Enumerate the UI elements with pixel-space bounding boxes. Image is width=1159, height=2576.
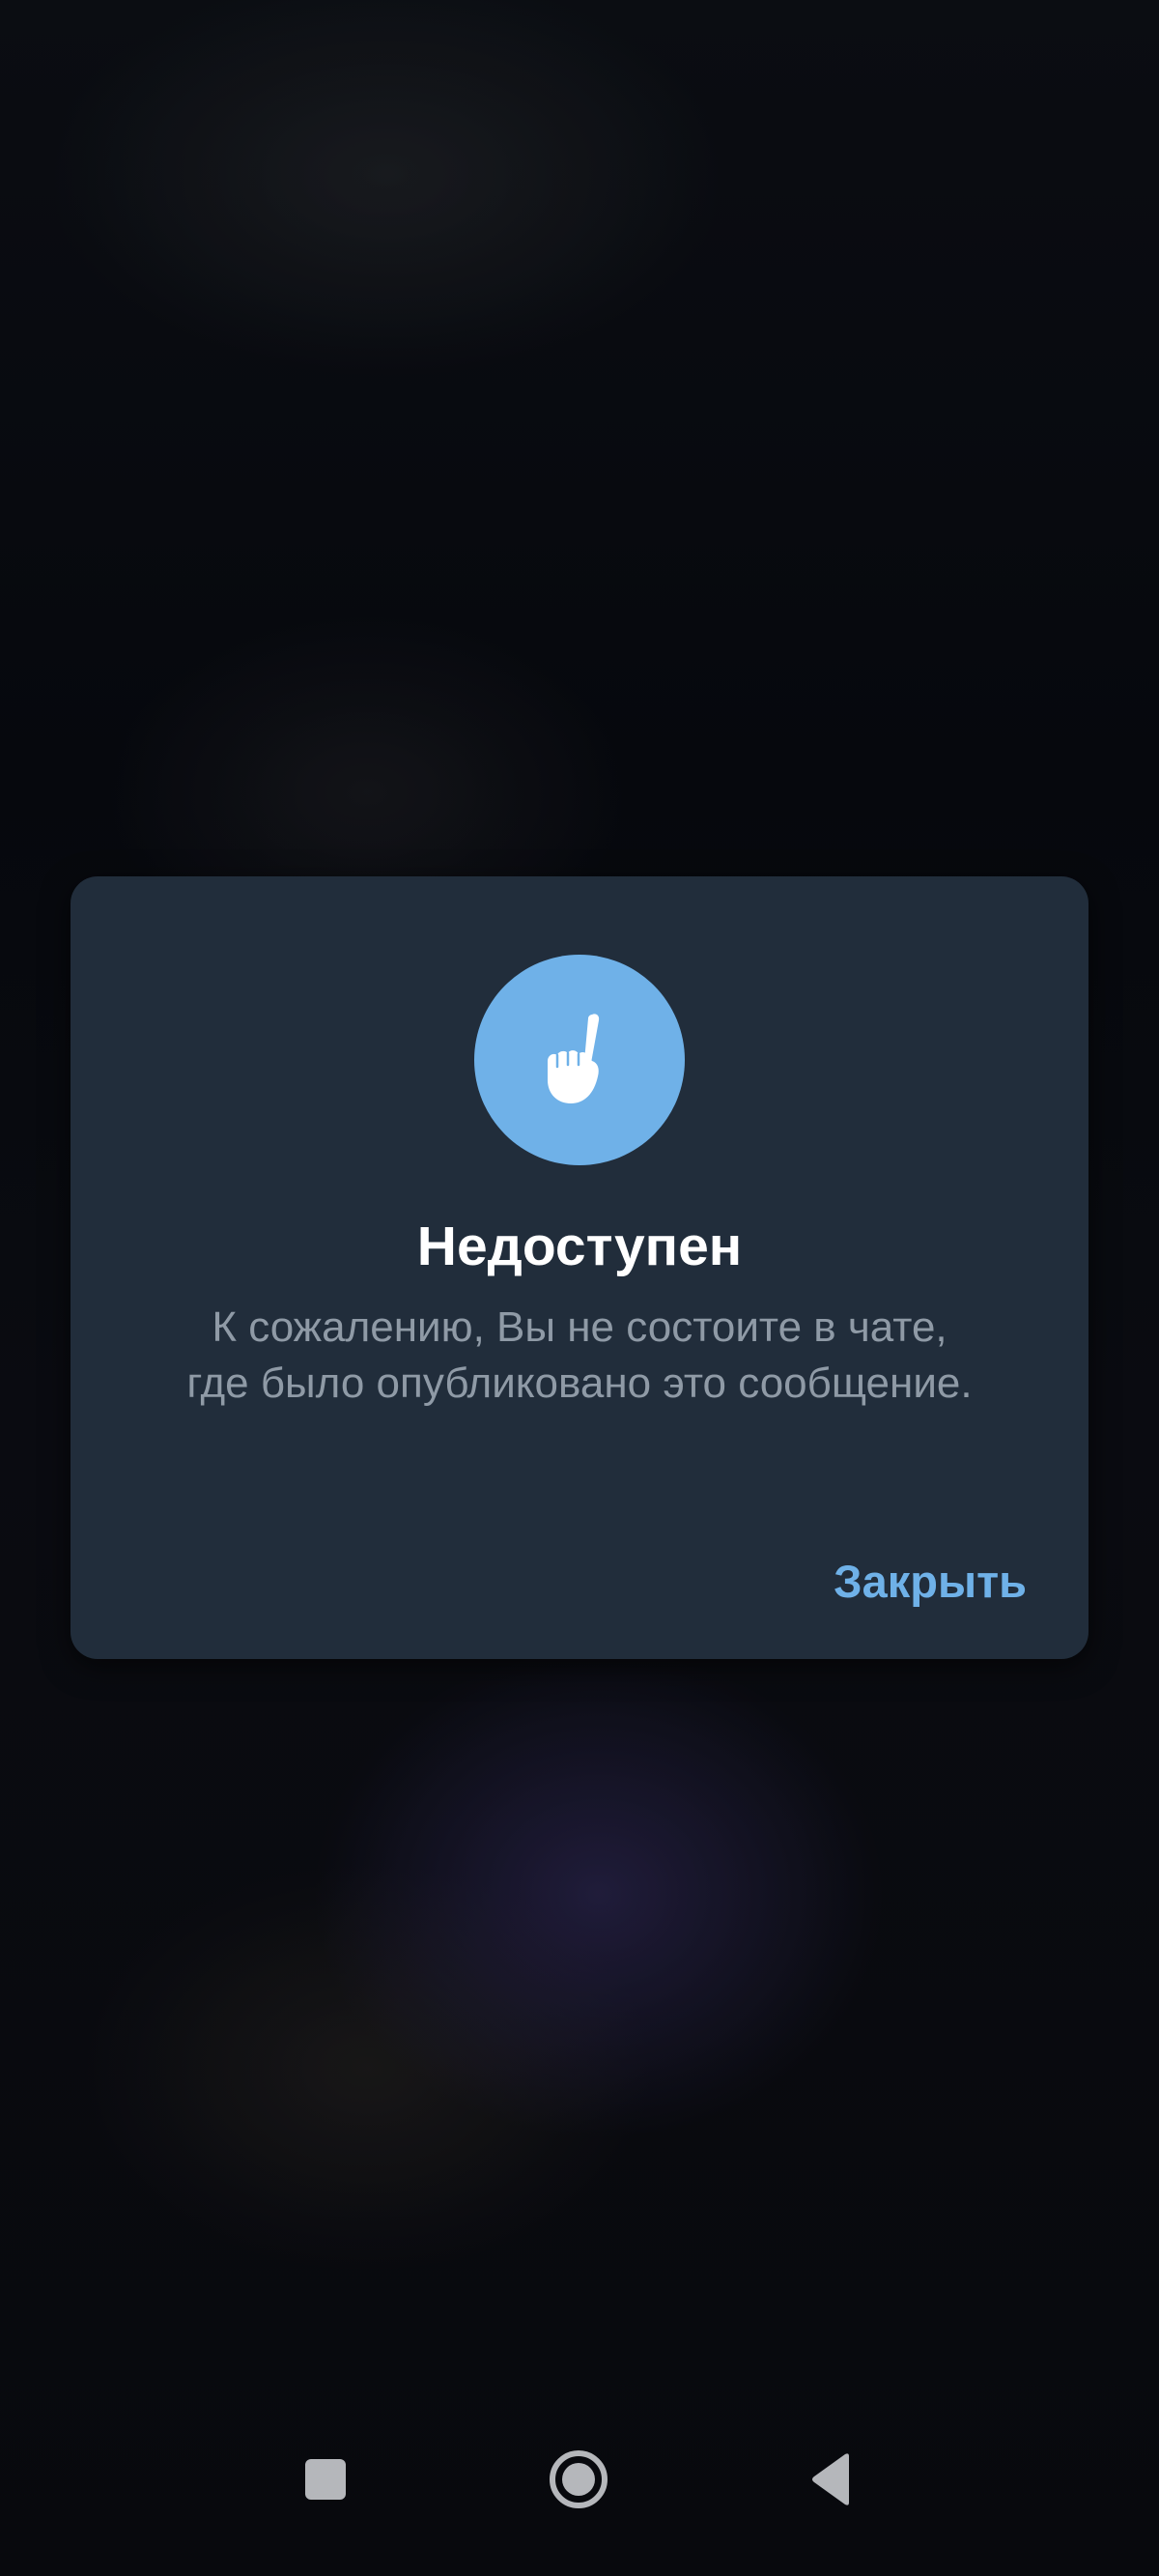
dialog-icon-circle: [474, 955, 685, 1165]
recents-button[interactable]: [285, 2439, 366, 2520]
circle-home-icon: [550, 2450, 608, 2508]
pointing-hand-icon: [548, 1014, 600, 1103]
home-button[interactable]: [538, 2439, 619, 2520]
triangle-back-icon: [812, 2453, 849, 2505]
dialog-title: Недоступен: [416, 1216, 743, 1277]
square-icon: [305, 2459, 346, 2500]
unavailable-dialog: Недоступен К сожалению, Вы не состоите в…: [71, 876, 1088, 1659]
back-button[interactable]: [791, 2439, 872, 2520]
close-button[interactable]: Закрыть: [830, 1553, 1031, 1611]
dialog-message: К сожалению, Вы не состоите в чате, где …: [186, 1303, 973, 1407]
system-navigation-bar: [0, 2421, 1159, 2576]
